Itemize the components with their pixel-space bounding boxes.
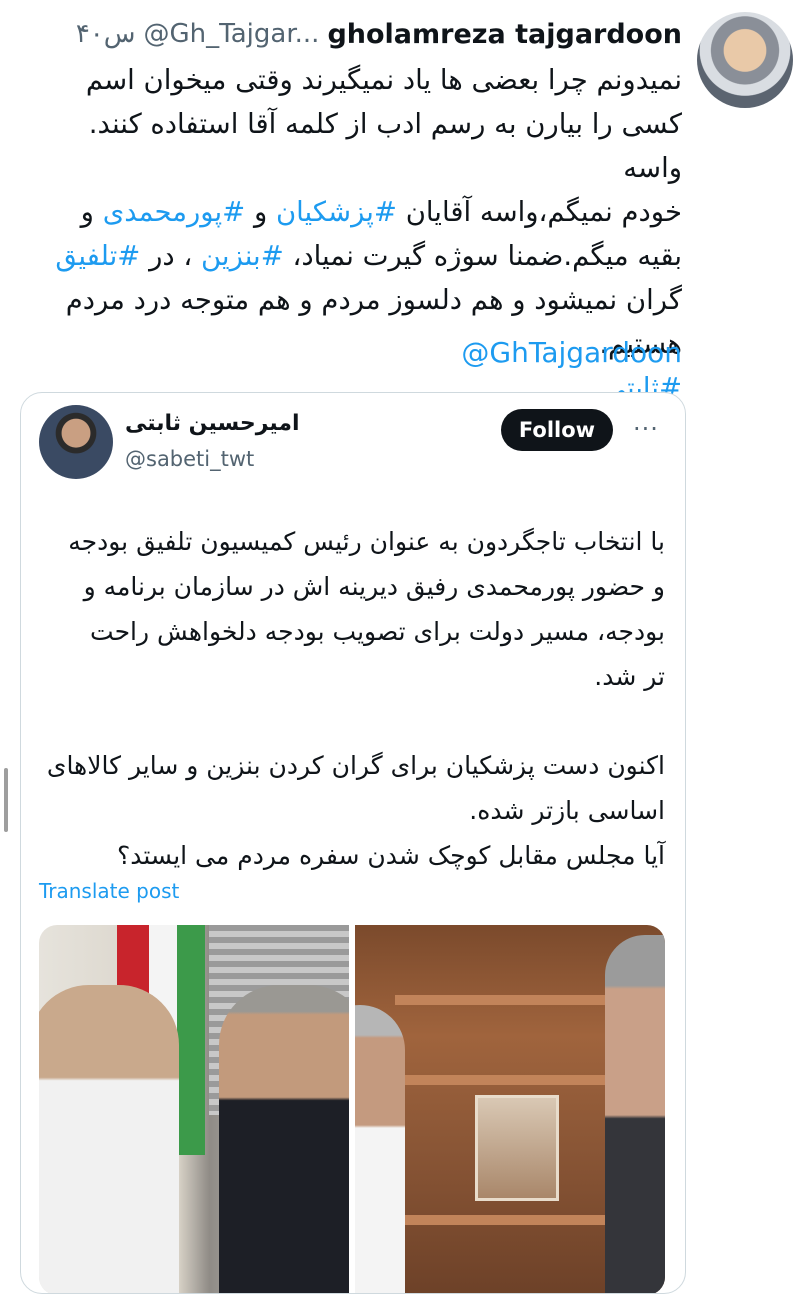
post-time[interactable]: ۴۰س bbox=[76, 19, 136, 49]
post-line: بقیه میگم.ضمنا سوژه گیرت نمیاد، #بنزین ،… bbox=[30, 234, 682, 278]
quoted-photo-left[interactable] bbox=[39, 925, 349, 1293]
quoted-line: با انتخاب تاجگردون به عنوان رئیس کمیسیون… bbox=[68, 527, 665, 556]
quoted-author-avatar[interactable] bbox=[39, 405, 113, 479]
author-handle[interactable]: @Gh_Tajgar... bbox=[144, 19, 320, 49]
quoted-line: اساسی بازتر شده. bbox=[469, 796, 665, 825]
more-icon[interactable]: ··· bbox=[633, 415, 659, 443]
quoted-photo-right[interactable] bbox=[355, 925, 665, 1293]
quoted-post-card[interactable]: امیرحسین ثابتی @sabeti_twt Follow ··· با… bbox=[20, 392, 686, 1294]
follow-button[interactable]: Follow bbox=[501, 409, 613, 451]
post-text-segment: بقیه میگم.ضمنا سوژه گیرت نمیاد، bbox=[283, 240, 682, 272]
quoted-line: تر شد. bbox=[594, 662, 665, 691]
mention-link[interactable]: @GhTajgardoon bbox=[461, 336, 682, 369]
person-figure bbox=[355, 1005, 405, 1293]
post-line: گران نمیشود و هم دلسوز مردم و هم متوجه د… bbox=[65, 284, 682, 316]
quoted-line: و حضور پورمحمدی رفیق دیرینه اش در سازمان… bbox=[83, 572, 665, 601]
person-figure bbox=[39, 985, 179, 1293]
bookshelf bbox=[395, 1215, 625, 1225]
hashtag-link[interactable]: #تلفیق bbox=[55, 240, 140, 272]
author-name[interactable]: gholamreza tajgardoon bbox=[327, 19, 682, 50]
post-text-segment: ، در bbox=[140, 240, 201, 272]
quoted-author-handle[interactable]: @sabeti_twt bbox=[125, 447, 254, 471]
post-text-segment: خودم نمیگم،واسه آقایان bbox=[396, 196, 682, 228]
post-line: خودم نمیگم،واسه آقایان #پزشکیان و #پورمح… bbox=[30, 190, 682, 234]
post-line: کسی را بیارن به رسم ادب از کلمه آقا استف… bbox=[88, 108, 682, 184]
hashtag-link[interactable]: #پورمحمدی bbox=[103, 196, 246, 228]
bookshelf bbox=[395, 995, 625, 1005]
bookshelf bbox=[395, 1075, 625, 1085]
scrollbar-thumb[interactable] bbox=[4, 768, 8, 832]
quoted-post-text: با انتخاب تاجگردون به عنوان رئیس کمیسیون… bbox=[41, 519, 665, 878]
post-line: نمیدونم چرا بعضی ها یاد نمیگیرند وقتی می… bbox=[85, 64, 682, 96]
author-avatar[interactable] bbox=[697, 12, 793, 108]
flag-stripe bbox=[177, 925, 205, 1155]
hashtag-link[interactable]: #پزشکیان bbox=[276, 196, 397, 228]
quoted-line: اکنون دست پزشکیان برای گران کردن بنزین و… bbox=[46, 751, 665, 780]
quoted-line: آیا مجلس مقابل کوچک شدن سفره مردم می ایس… bbox=[116, 841, 665, 870]
hashtag-link[interactable]: #بنزین bbox=[201, 240, 284, 272]
post-header: ۴۰س @Gh_Tajgar... gholamreza tajgardoon bbox=[76, 14, 682, 54]
person-figure bbox=[605, 935, 665, 1293]
quoted-line: بودجه، مسیر دولت برای تصویب بودجه دلخواه… bbox=[90, 617, 665, 646]
person-figure bbox=[219, 985, 349, 1293]
translate-post-link[interactable]: Translate post bbox=[39, 879, 179, 903]
quoted-author-name[interactable]: امیرحسین ثابتی bbox=[125, 411, 300, 436]
post-text-segment: و bbox=[245, 196, 276, 228]
post-text-segment: و bbox=[80, 196, 103, 228]
picture-frame bbox=[475, 1095, 559, 1201]
